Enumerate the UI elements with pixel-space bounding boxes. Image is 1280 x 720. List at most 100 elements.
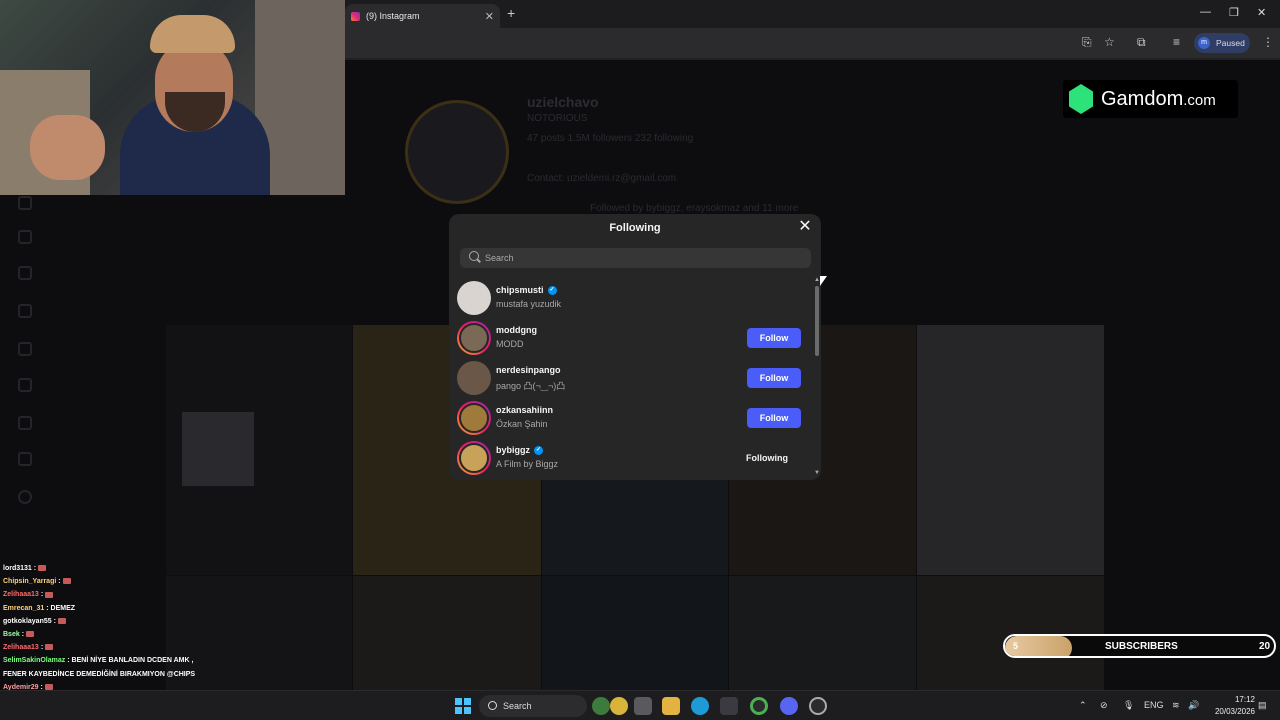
row-username[interactable]: bybiggz ✓ [496, 445, 543, 455]
store-icon[interactable] [720, 697, 738, 715]
following-row[interactable]: chipsmusti ✓ mustafa yuzudik [449, 278, 815, 318]
notification-icon[interactable]: ▤ [1258, 700, 1267, 711]
network-off-icon[interactable]: ⊘ [1100, 700, 1108, 711]
chat-username: Chipsin_Yarragi [3, 578, 57, 586]
windows-start-icon[interactable] [455, 698, 471, 714]
chrome-icon[interactable] [750, 697, 768, 715]
search-icon [469, 251, 479, 261]
edge-icon[interactable] [691, 697, 709, 715]
app-icon[interactable] [809, 697, 827, 715]
gamdom-sponsor-logo: Gamdom.com [1063, 80, 1238, 118]
widget-app-icon[interactable] [610, 697, 628, 715]
language-indicator[interactable]: ENG [1144, 700, 1164, 710]
avatar[interactable] [457, 361, 491, 395]
webcam-person-cap [150, 15, 235, 53]
close-icon[interactable]: ✕ [797, 219, 813, 235]
profile-status: Paused [1216, 38, 1245, 48]
scrollbar-thumb[interactable] [815, 286, 819, 356]
subscriber-label: SUBSCRIBERS [1105, 641, 1178, 652]
chat-message: SelimSakinOlamaz: BENİ NİYE BANLADIN DCD… [3, 657, 193, 664]
extensions-icon[interactable]: ⧉ [1137, 35, 1146, 50]
follow-button[interactable]: Follow [747, 328, 801, 348]
scrollbar[interactable] [815, 278, 819, 478]
avatar[interactable] [457, 441, 491, 475]
row-username[interactable]: nerdesinpango [496, 365, 561, 375]
task-view-icon[interactable] [634, 697, 652, 715]
row-username[interactable]: ozkansahiinn [496, 405, 553, 415]
music-placeholder-tile [182, 412, 254, 486]
follow-button[interactable]: Follow [747, 408, 801, 428]
microphone-icon[interactable]: 🎙 [1123, 700, 1134, 711]
discord-icon[interactable] [780, 697, 798, 715]
wifi-icon[interactable]: ≋ [1172, 700, 1180, 711]
chat-text: : [40, 644, 44, 652]
row-full-name: Özkan Şahin [496, 419, 548, 429]
clock-time: 17:12 [1234, 695, 1255, 704]
chat-emote-icon [26, 631, 35, 638]
volume-icon[interactable]: 🔊 [1188, 700, 1199, 711]
post-tile [729, 576, 916, 691]
profile-contact: Contact: uzieldemi.rz@gmail.com [527, 173, 677, 184]
profile-avatar-icon: m [1198, 37, 1210, 49]
chat-username: Zelihaaa13 [3, 591, 39, 599]
tab-title: (9) Instagram [366, 11, 420, 21]
following-row[interactable]: ozkansahiinn Özkan Şahin Follow [449, 398, 815, 438]
row-full-name: MODD [496, 339, 524, 349]
follow-button[interactable]: Follow [747, 368, 801, 388]
taskbar: Search ⌃ ⊘ 🎙 ENG ≋ 🔊 17:12 20/03/2026 ▤ [0, 690, 1280, 720]
profile-button[interactable]: m Paused [1194, 33, 1250, 53]
chat-message: Zelihaaa13: [3, 644, 54, 652]
search-field [460, 248, 811, 268]
install-app-icon[interactable]: ⎘ [1082, 35, 1092, 50]
media-control-icon[interactable]: ≡ [1173, 35, 1180, 49]
chat-username: Bsek [3, 631, 20, 638]
maximize-icon[interactable]: ❐ [1229, 6, 1239, 19]
chat-username: Zelihaaa13 [3, 644, 39, 652]
following-row[interactable]: nerdesinpango pango 凸(¬‿¬)凸 Follow [449, 358, 815, 398]
row-full-name: A Film by Biggz [496, 459, 559, 469]
widgets-icon[interactable] [592, 697, 610, 715]
tab-close-icon[interactable]: ✕ [485, 10, 494, 23]
file-explorer-icon[interactable] [662, 697, 680, 715]
minimize-icon[interactable]: — [1200, 6, 1211, 18]
chat-emote-icon [38, 565, 47, 572]
chat-emote-icon [62, 578, 71, 585]
row-username[interactable]: moddgng [496, 325, 537, 335]
following-row[interactable]: moddgng MODD Follow [449, 318, 815, 358]
clock[interactable]: 17:12 20/03/2026 [1205, 694, 1255, 718]
tab-instagram[interactable]: (9) Instagram ✕ [345, 4, 500, 28]
browser-menu-icon[interactable]: ⋮ [1262, 35, 1274, 49]
tray-expand-icon[interactable]: ⌃ [1079, 700, 1087, 711]
heart-icon [18, 378, 32, 392]
window-close-icon[interactable]: ✕ [1257, 6, 1266, 19]
chat-text: : [53, 617, 56, 625]
post-tile [917, 325, 1104, 575]
modal-title: Following [609, 222, 661, 234]
mouse-cursor [820, 276, 827, 286]
messages-icon [18, 266, 32, 280]
browser-window: (9) Instagram ✕ + — ❐ ✕ ⎘ ☆ ⧉ ≡ m Paused… [345, 0, 1280, 60]
row-full-name: pango 凸(¬‿¬)凸 [496, 381, 566, 391]
new-tab-button[interactable]: + [507, 5, 515, 21]
avatar[interactable] [457, 281, 491, 315]
webcam-person-hand [30, 115, 105, 180]
avatar[interactable] [457, 321, 491, 355]
row-username[interactable]: chipsmusti ✓ [496, 285, 557, 295]
following-row[interactable]: bybiggz ✓ A Film by Biggz Following [449, 438, 815, 478]
taskbar-search-label: Search [503, 701, 532, 711]
following-button[interactable]: Following [739, 448, 795, 468]
following-modal: Following ✕ chipsmusti✓ mustafa yuzudik mo… [449, 214, 821, 480]
dashboard-icon [18, 452, 32, 466]
post-tile [542, 576, 728, 691]
taskbar-search[interactable]: Search [479, 695, 587, 717]
bookmark-star-icon[interactable]: ☆ [1104, 35, 1115, 49]
chat-username: SelimSakinOlamaz [3, 657, 66, 665]
chat-message: lord3131: [3, 565, 47, 572]
verified-badge-icon: ✓ [547, 285, 557, 295]
subscriber-goal-bar: 5 SUBSCRIBERS 20 [1003, 634, 1276, 658]
chat-message: Bsek: [3, 631, 35, 638]
search-input[interactable] [485, 248, 805, 268]
avatar[interactable] [457, 401, 491, 435]
toolbar: ⎘ ☆ ⧉ ≡ m Paused ⋮ [345, 28, 1280, 58]
scroll-down-icon[interactable]: ▼ [814, 470, 820, 476]
